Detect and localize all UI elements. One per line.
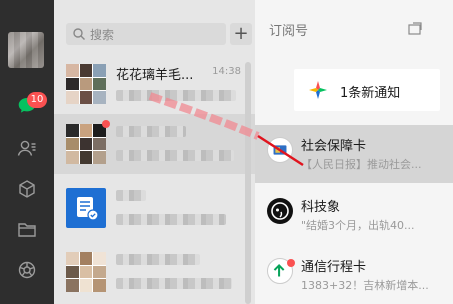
subscription-name: 通信行程卡	[301, 260, 367, 275]
new-notification-card[interactable]: 1条新通知	[294, 69, 440, 111]
user-avatar[interactable]	[8, 32, 44, 68]
blurred-name	[116, 254, 200, 265]
group-avatar	[66, 252, 106, 292]
subscription-preview: "结婚3个月，出轨40...	[301, 219, 415, 232]
subscription-preview: 【人民日报】推动社会...	[301, 158, 422, 171]
app-avatar	[66, 188, 106, 228]
elephant-logo-icon	[271, 202, 289, 220]
unread-dot	[287, 259, 295, 267]
subscription-name: 科技象	[301, 200, 341, 215]
chat-list-item[interactable]	[54, 178, 255, 238]
blurred-preview	[116, 150, 234, 161]
unread-badge: 10	[27, 92, 47, 108]
contacts-icon[interactable]	[16, 137, 38, 159]
scrollbar[interactable]	[245, 62, 251, 304]
chat-time: 14:38	[212, 66, 241, 77]
pinwheel-logo-icon	[309, 81, 327, 99]
blurred-preview	[116, 214, 226, 225]
panel-title: 订阅号	[269, 24, 309, 39]
chat-list: 搜索 + 花花璃羊毛... 14:38	[54, 0, 255, 304]
chat-list-item[interactable]	[54, 114, 255, 174]
folder-icon[interactable]	[16, 218, 38, 240]
subscription-item[interactable]: 社会保障卡 【人民日报】推动社会...	[255, 125, 453, 183]
add-button[interactable]: +	[230, 23, 252, 45]
search-input[interactable]: 搜索	[66, 23, 226, 45]
sidebar: 10	[0, 0, 54, 304]
notification-text: 1条新通知	[340, 86, 401, 101]
chat-name: 花花璃羊毛...	[116, 68, 194, 83]
card-icon	[273, 145, 287, 155]
open-window-icon[interactable]	[407, 21, 423, 37]
chat-list-item[interactable]: 花花璃羊毛... 14:38	[54, 54, 255, 114]
subscription-panel: 订阅号 1条新通知 社会保障卡 【人民日报】推动社会... 科技象 "结婚3个月…	[255, 0, 453, 304]
blurred-preview	[116, 278, 232, 289]
moments-icon[interactable]	[16, 259, 38, 281]
chat-list-item[interactable]	[54, 242, 255, 302]
search-icon	[73, 28, 85, 40]
blurred-name	[116, 190, 146, 201]
subscription-preview: 1383+32！吉林新增本...	[301, 279, 429, 292]
subscription-item[interactable]: 科技象 "结婚3个月，出轨40...	[255, 186, 453, 244]
group-avatar	[66, 64, 106, 104]
social-security-avatar	[267, 137, 293, 163]
group-avatar	[66, 124, 106, 164]
document-check-icon	[77, 197, 99, 221]
kejixiang-avatar	[267, 198, 293, 224]
search-placeholder: 搜索	[90, 28, 115, 42]
blurred-preview	[116, 90, 236, 101]
blurred-name	[116, 126, 186, 137]
cube-icon[interactable]	[16, 178, 38, 200]
subscription-name: 社会保障卡	[301, 139, 367, 154]
unread-dot	[102, 120, 110, 128]
subscription-item[interactable]: 通信行程卡 1383+32！吉林新增本...	[255, 246, 453, 304]
